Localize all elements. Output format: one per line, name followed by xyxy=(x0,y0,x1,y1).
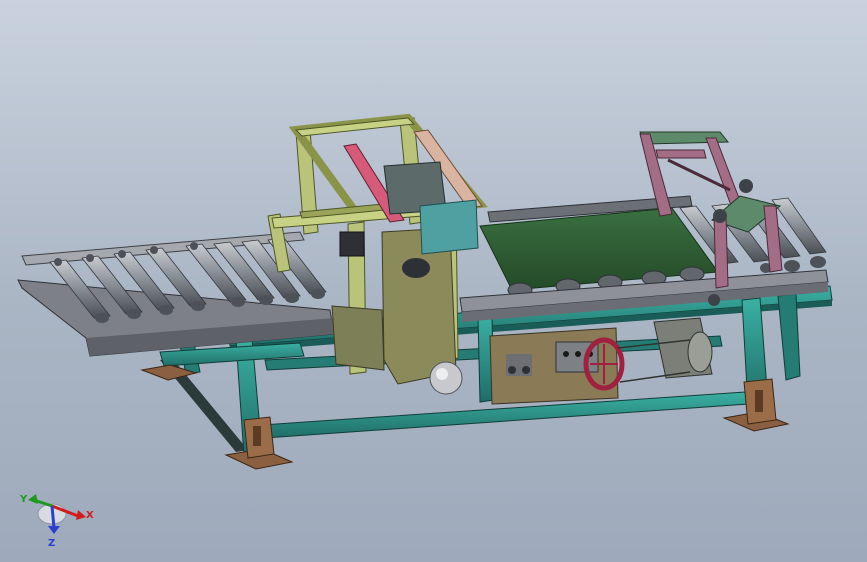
z-axis-icon xyxy=(50,505,56,529)
z-axis-label: Z xyxy=(48,538,55,548)
cad-3d-viewport[interactable] xyxy=(0,0,867,562)
drive-pulley xyxy=(583,337,625,391)
sanding-machine-model[interactable] xyxy=(17,113,833,470)
view-orientation-triad[interactable]: X Y Z xyxy=(14,488,94,548)
x-axis-label: X xyxy=(86,510,94,521)
infeed-roller-conveyor[interactable] xyxy=(17,231,336,357)
y-axis-label: Y xyxy=(19,494,28,505)
